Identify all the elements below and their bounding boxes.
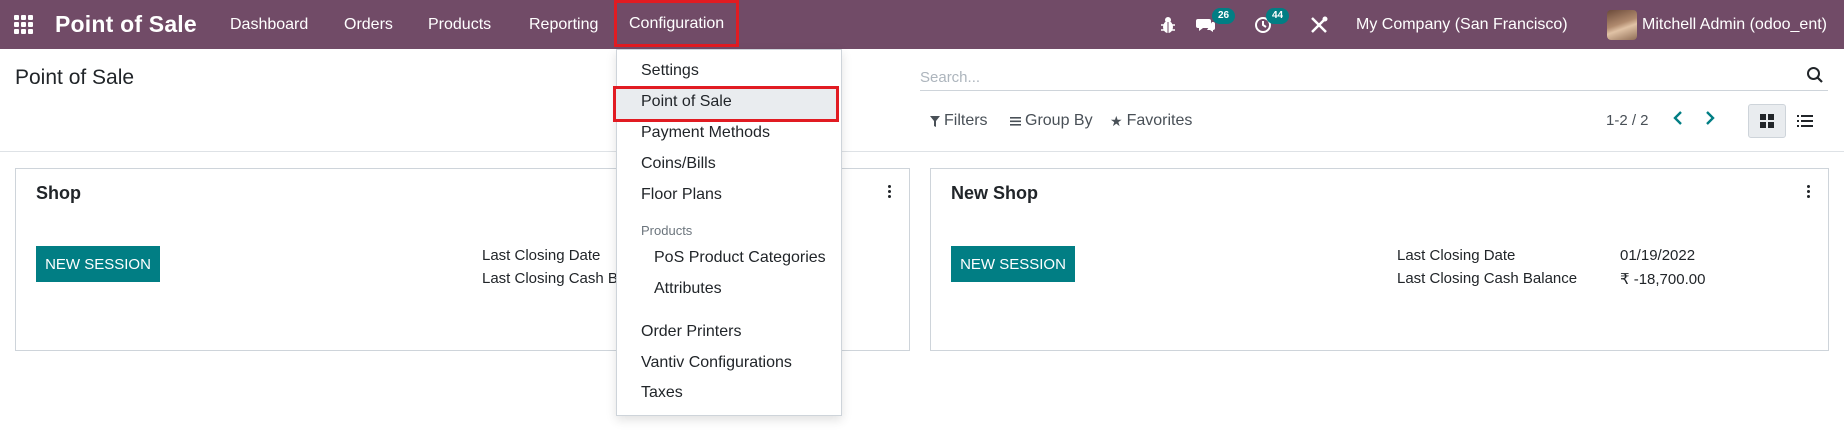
menu-item-attributes[interactable]: Attributes — [654, 280, 722, 298]
group-by-label: Group By — [1025, 112, 1093, 129]
menu-item-coins-bills[interactable]: Coins/Bills — [641, 155, 716, 173]
user-menu[interactable]: Mitchell Admin (odoo_ent) — [1642, 0, 1827, 49]
menu-item-pos-product-categories[interactable]: PoS Product Categories — [654, 249, 826, 267]
page-title: Point of Sale — [15, 66, 135, 89]
menu-item-vantiv-configurations[interactable]: Vantiv Configurations — [641, 354, 792, 372]
menu-products[interactable]: Products — [428, 0, 491, 49]
menu-reporting[interactable]: Reporting — [529, 0, 598, 49]
menu-orders[interactable]: Orders — [344, 0, 393, 49]
apps-grid-icon[interactable] — [14, 0, 36, 49]
tools-icon[interactable] — [1310, 0, 1328, 49]
avatar[interactable] — [1607, 10, 1637, 40]
menu-item-order-printers[interactable]: Order Printers — [641, 323, 741, 341]
pager-previous-icon[interactable] — [1672, 110, 1690, 130]
menu-configuration[interactable]: Configuration — [614, 0, 740, 47]
chat-icon[interactable] — [1196, 0, 1216, 49]
list-lines-icon — [1010, 117, 1021, 126]
top-navbar: Point of Sale Dashboard Orders Products … — [0, 0, 1844, 49]
control-panel: Point of Sale Filters Group By ★ Favorit… — [0, 49, 1844, 152]
activities-count-badge: 44 — [1266, 8, 1290, 24]
configuration-dropdown: Settings Point of Sale Payment Methods C… — [613, 49, 842, 416]
star-icon: ★ — [1110, 112, 1123, 129]
search-input[interactable] — [920, 64, 1780, 90]
menu-item-floor-plans[interactable]: Floor Plans — [641, 186, 722, 204]
list-view-button[interactable] — [1786, 104, 1824, 138]
pos-card-new-shop: New Shop NEW SESSION Last Closing Date 0… — [930, 168, 1829, 351]
last-closing-cash-value: ₹ -18,700.00 — [1620, 271, 1706, 288]
favorites-label: Favorites — [1126, 112, 1193, 129]
last-closing-cash-label: Last Closing Cash B — [482, 270, 618, 287]
card-menu-icon[interactable] — [884, 181, 894, 201]
app-title[interactable]: Point of Sale — [55, 0, 197, 49]
pager-value[interactable]: 1-2 / 2 — [1606, 112, 1649, 129]
pager-next-icon[interactable] — [1704, 110, 1722, 130]
menu-item-taxes[interactable]: Taxes — [641, 384, 683, 402]
card-title: Shop — [36, 183, 81, 203]
filters-label: Filters — [944, 112, 988, 129]
group-by-button[interactable]: Group By — [1010, 112, 1093, 130]
clock-icon[interactable] — [1254, 0, 1272, 49]
favorites-button[interactable]: ★ Favorites — [1110, 112, 1192, 130]
filter-icon — [930, 115, 940, 127]
search-bar — [920, 64, 1828, 91]
menu-item-settings[interactable]: Settings — [641, 62, 699, 80]
bug-icon[interactable] — [1160, 0, 1176, 49]
new-session-button[interactable]: NEW SESSION — [36, 246, 160, 282]
kanban-view-button[interactable] — [1748, 104, 1786, 138]
last-closing-cash-label: Last Closing Cash Balance — [1397, 270, 1578, 287]
menu-dashboard[interactable]: Dashboard — [230, 0, 308, 49]
kanban-icon — [1760, 114, 1774, 128]
menu-section-products: Products — [641, 223, 693, 238]
filters-button[interactable]: Filters — [930, 112, 988, 130]
last-closing-date-value: 01/19/2022 — [1620, 247, 1696, 264]
list-icon — [1797, 115, 1813, 127]
last-closing-date-label: Last Closing Date — [1397, 247, 1516, 264]
card-menu-icon[interactable] — [1803, 181, 1813, 201]
search-icon[interactable] — [1806, 66, 1828, 88]
menu-item-point-of-sale[interactable]: Point of Sale — [641, 93, 732, 111]
card-title: New Shop — [951, 183, 1039, 203]
last-closing-date-label: Last Closing Date — [482, 247, 601, 264]
menu-item-payment-methods[interactable]: Payment Methods — [641, 124, 770, 142]
company-switcher[interactable]: My Company (San Francisco) — [1356, 0, 1568, 49]
new-session-button[interactable]: NEW SESSION — [951, 246, 1075, 282]
messages-count-badge: 26 — [1212, 8, 1236, 24]
